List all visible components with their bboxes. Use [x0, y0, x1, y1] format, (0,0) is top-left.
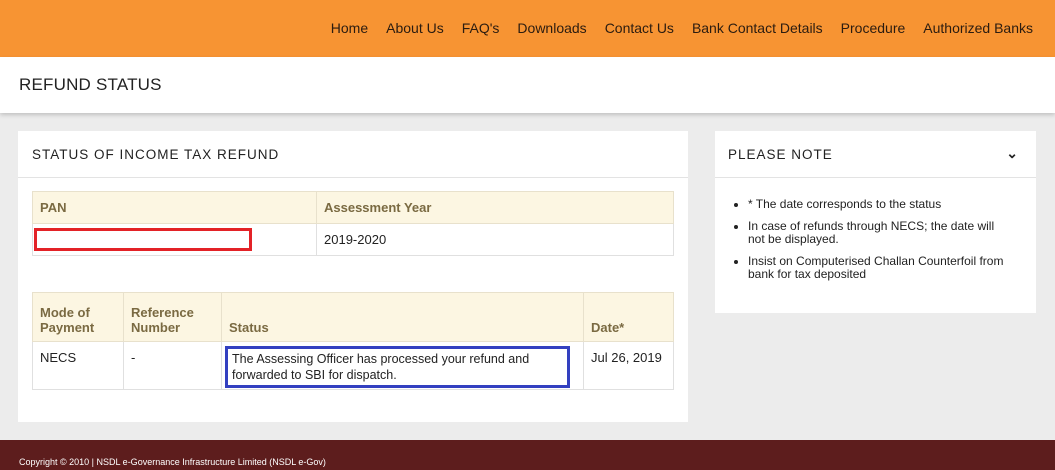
- page-title: REFUND STATUS: [19, 75, 162, 94]
- mode-cell: NECS: [32, 341, 124, 390]
- page-title-bar: REFUND STATUS: [0, 57, 1055, 113]
- list-item: * The date corresponds to the status: [748, 198, 1010, 211]
- list-item: Insist on Computerised Challan Counterfo…: [748, 255, 1010, 281]
- pan-table: PAN Assessment Year 2019-2020: [32, 191, 674, 256]
- table-row: NECS - The Assessing Officer has process…: [32, 341, 674, 390]
- table-row: 2019-2020: [32, 223, 674, 256]
- chevron-down-icon[interactable]: ⌄: [1006, 145, 1018, 162]
- note-title: PLEASE NOTE: [728, 147, 833, 162]
- status-text: The Assessing Officer has processed your…: [225, 346, 570, 388]
- pan-cell: [32, 223, 317, 256]
- status-cell: The Assessing Officer has processed your…: [221, 341, 584, 390]
- nav-about-link[interactable]: About Us: [386, 20, 444, 36]
- refund-details-table: Mode of Payment Reference Number Status …: [32, 292, 674, 390]
- nav-faqs-link[interactable]: FAQ's: [462, 20, 500, 36]
- date-header: Date*: [583, 292, 674, 342]
- top-navbar: Home About Us FAQ's Downloads Contact Us…: [0, 0, 1055, 57]
- note-list: * The date corresponds to the status In …: [748, 198, 1010, 290]
- panel-title: STATUS OF INCOME TAX REFUND: [32, 147, 280, 162]
- nav-bank-contact-link[interactable]: Bank Contact Details: [692, 20, 823, 36]
- refund-status-panel: STATUS OF INCOME TAX REFUND PAN Assessme…: [18, 131, 688, 422]
- reference-cell: -: [123, 341, 222, 390]
- panel-header: STATUS OF INCOME TAX REFUND: [18, 131, 688, 178]
- note-header[interactable]: PLEASE NOTE ⌄: [715, 131, 1036, 178]
- date-cell: Jul 26, 2019: [583, 341, 674, 390]
- pan-redacted: [34, 227, 252, 251]
- nav-contact-link[interactable]: Contact Us: [605, 20, 674, 36]
- mode-header: Mode of Payment: [32, 292, 124, 342]
- table-header-row: Mode of Payment Reference Number Status …: [32, 292, 674, 342]
- nav-home-link[interactable]: Home: [331, 20, 368, 36]
- reference-header: Reference Number: [123, 292, 222, 342]
- assessment-year-header: Assessment Year: [316, 191, 674, 224]
- nav-downloads-link[interactable]: Downloads: [517, 20, 586, 36]
- pan-header: PAN: [32, 191, 317, 224]
- status-header: Status: [221, 292, 584, 342]
- table-header-row: PAN Assessment Year: [32, 191, 674, 224]
- footer: Copyright © 2010 | NSDL e-Governance Inf…: [0, 440, 1055, 470]
- nav-authorized-banks-link[interactable]: Authorized Banks: [923, 20, 1033, 36]
- main-nav: Home About Us FAQ's Downloads Contact Us…: [313, 20, 1033, 36]
- list-item: In case of refunds through NECS; the dat…: [748, 220, 1010, 246]
- assessment-year-cell: 2019-2020: [316, 223, 674, 256]
- copyright-text: Copyright © 2010 | NSDL e-Governance Inf…: [19, 457, 326, 467]
- please-note-panel: PLEASE NOTE ⌄ * The date corresponds to …: [715, 131, 1036, 313]
- nav-procedure-link[interactable]: Procedure: [841, 20, 906, 36]
